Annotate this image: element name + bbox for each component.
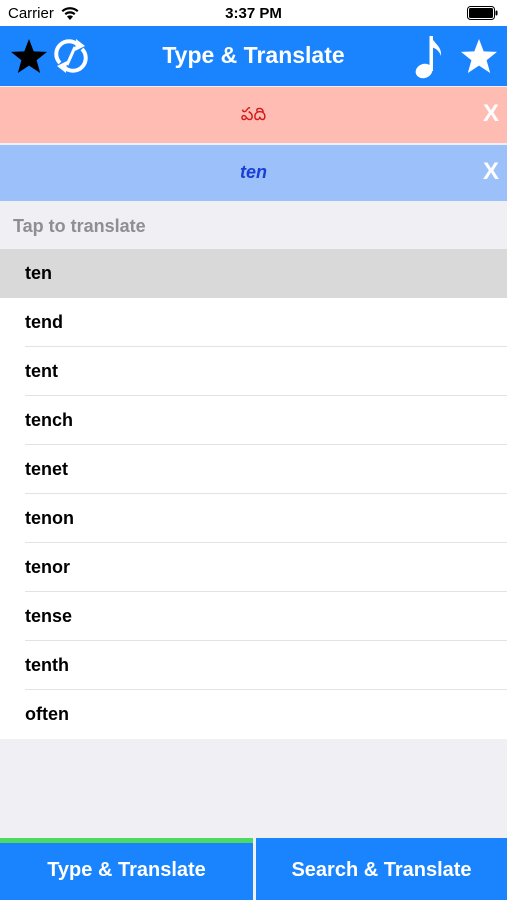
text-input-box[interactable]: ten X xyxy=(0,145,507,201)
music-note-icon[interactable] xyxy=(414,34,444,80)
list-item[interactable]: tend xyxy=(0,298,507,347)
list-item-label: tench xyxy=(25,410,74,430)
list-item-label: tense xyxy=(25,606,73,626)
list-item-label: tenor xyxy=(25,557,70,577)
list-item[interactable]: tense xyxy=(0,592,507,641)
list-item[interactable]: tenet xyxy=(0,445,507,494)
clear-input-button[interactable]: X xyxy=(483,158,499,186)
tab-search-translate[interactable]: Search & Translate xyxy=(256,838,507,900)
section-header-label: Tap to translate xyxy=(13,216,146,236)
list-item-label: tenet xyxy=(25,459,69,479)
clear-translation-button[interactable]: X xyxy=(483,100,499,128)
list-item[interactable]: ten xyxy=(0,249,507,298)
status-time: 3:37 PM xyxy=(225,5,282,22)
translated-text: పది xyxy=(240,104,267,124)
list-item-label: tenon xyxy=(25,508,74,528)
list-item[interactable]: tenon xyxy=(0,494,507,543)
tab-label: Search & Translate xyxy=(291,859,472,881)
list-item-label: often xyxy=(25,704,69,724)
list-item[interactable]: tench xyxy=(0,396,507,445)
tab-bar: Type & Translate Search & Translate xyxy=(0,838,507,900)
tab-type-translate[interactable]: Type & Translate xyxy=(0,838,253,900)
input-text[interactable]: ten xyxy=(0,162,507,183)
status-bar: Carrier 3:37 PM xyxy=(0,0,507,26)
list-item-label: tent xyxy=(25,361,58,381)
navigation-bar: Type & Translate xyxy=(0,26,507,86)
list-item-label: ten xyxy=(25,263,52,283)
list-item[interactable]: often xyxy=(0,690,507,739)
translation-output: పది X xyxy=(0,87,507,143)
list-item[interactable]: tent xyxy=(0,347,507,396)
suggestion-list: ten tend tent tench tenet tenon tenor te… xyxy=(0,249,507,739)
rate-star-icon[interactable] xyxy=(460,38,498,74)
suggestions-header: Tap to translate xyxy=(0,202,507,249)
list-item-label: tenth xyxy=(25,655,69,675)
battery-icon xyxy=(467,6,499,20)
list-item[interactable]: tenor xyxy=(0,543,507,592)
tab-label: Type & Translate xyxy=(47,859,206,881)
list-item-label: tend xyxy=(25,312,63,332)
list-item[interactable]: tenth xyxy=(0,641,507,690)
